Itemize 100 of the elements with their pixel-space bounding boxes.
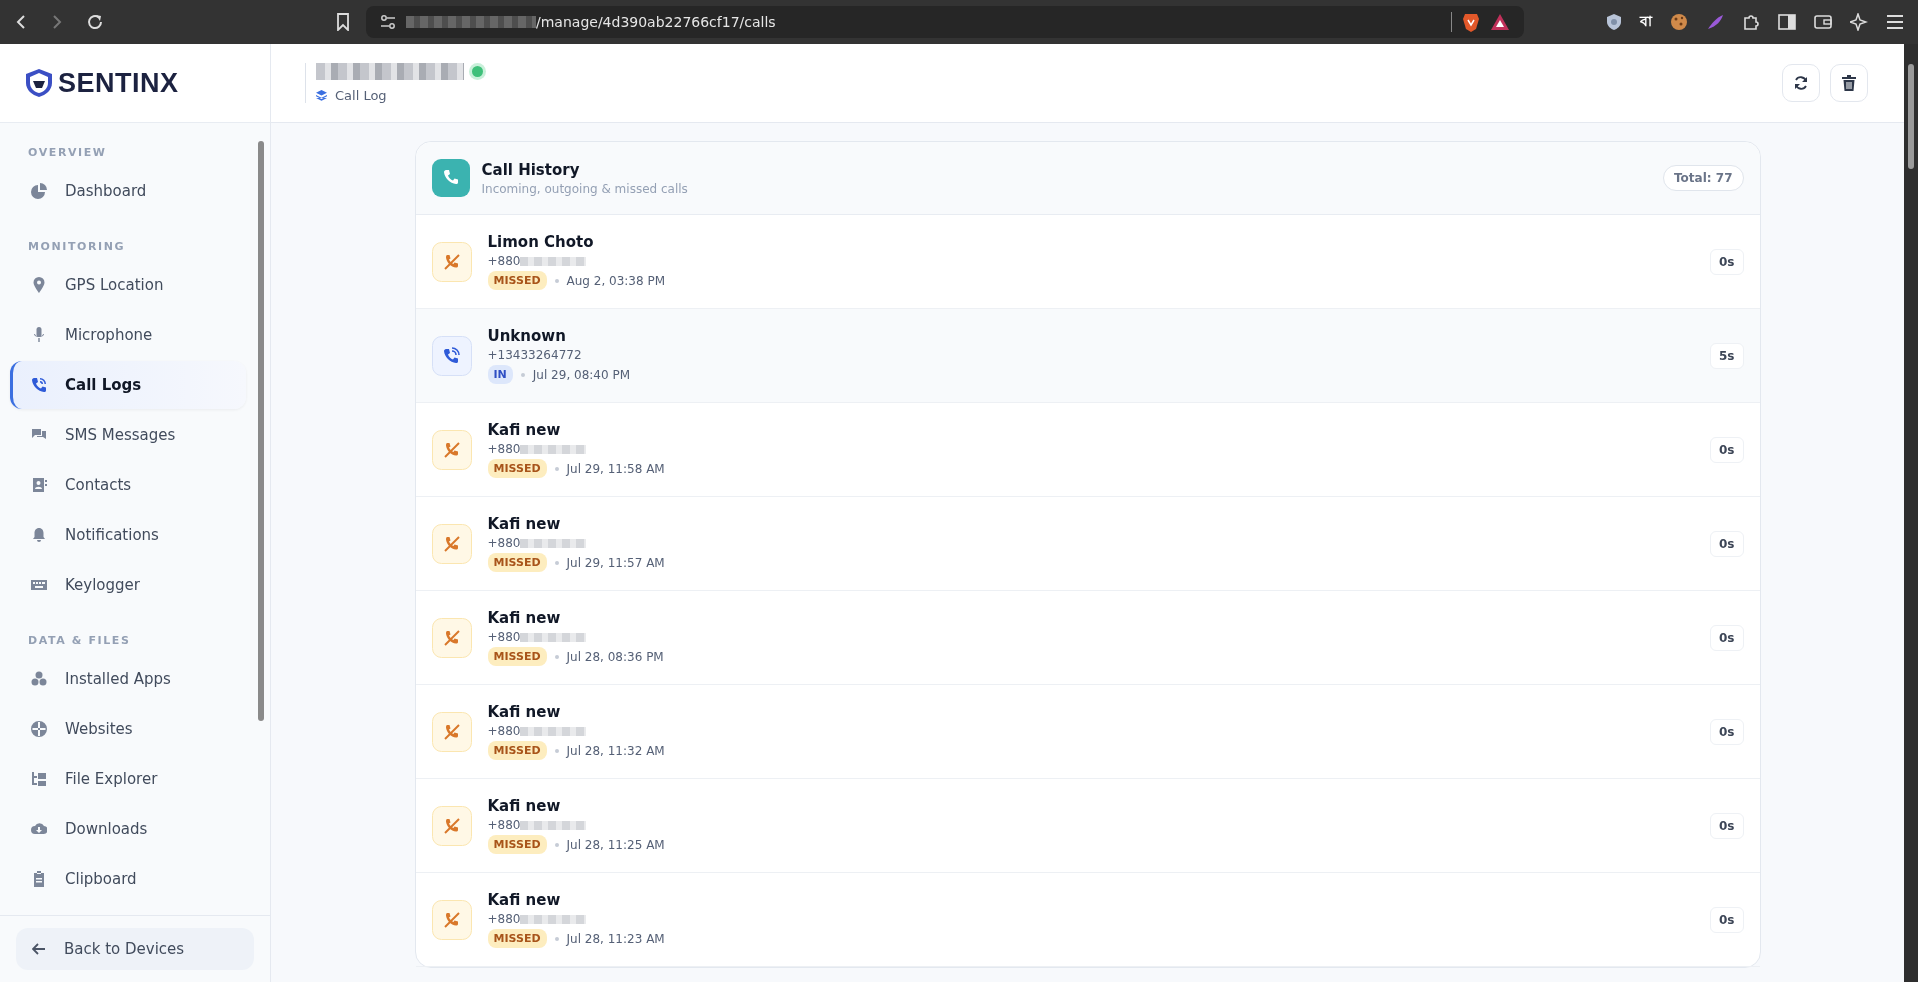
- call-time: Jul 28, 11:32 AM: [566, 743, 665, 758]
- missed-call-icon: [431, 523, 472, 564]
- trash-icon: [1842, 75, 1856, 91]
- menu-icon[interactable]: [1886, 15, 1904, 29]
- sidebar-item[interactable]: Call Logs: [10, 361, 246, 409]
- call-row[interactable]: Kafi new +880 MISSED Jul 28, 11:32 AM 0s: [415, 685, 1760, 779]
- sidebar-icon[interactable]: [1778, 14, 1796, 30]
- sparkle-icon[interactable]: [1850, 13, 1868, 31]
- extension-icon[interactable]: বা: [1640, 10, 1652, 34]
- missed-call-icon: [431, 899, 472, 940]
- contact-name: Limon Choto: [487, 233, 595, 251]
- call-duration: 0s: [1710, 248, 1744, 275]
- phone-number: +880: [487, 724, 521, 738]
- call-type-badge: MISSED: [487, 271, 547, 290]
- breadcrumb: Call Log: [335, 88, 387, 103]
- sidebar-item[interactable]: Keylogger: [10, 561, 246, 609]
- delete-button[interactable]: [1830, 64, 1868, 102]
- brand-name: SENTINX: [58, 67, 179, 99]
- call-time: Jul 29, 11:58 AM: [566, 461, 665, 476]
- sidebar-item[interactable]: Contacts: [10, 461, 246, 509]
- call-row[interactable]: Kafi new +880 MISSED Jul 28, 11:25 AM 0s: [415, 779, 1760, 873]
- sidebar-item[interactable]: Downloads: [10, 805, 246, 853]
- site-settings-icon: [380, 15, 396, 29]
- triangle-icon[interactable]: [1490, 13, 1510, 31]
- section-title: DATA & FILES: [27, 633, 132, 649]
- sidebar-item[interactable]: Clipboard: [10, 855, 246, 903]
- missed-call-icon: [431, 241, 472, 282]
- phone-number: +880: [487, 536, 521, 550]
- layers-icon: [316, 90, 327, 101]
- contact-name: Kafi new: [487, 609, 562, 627]
- call-row[interactable]: Kafi new +880 MISSED Jul 28, 08:36 PM 0s: [415, 591, 1760, 685]
- phone-number: +880: [487, 442, 521, 456]
- keyboard-icon: [31, 577, 47, 593]
- contact-icon: [31, 477, 47, 493]
- missed-call-icon: [431, 805, 472, 846]
- bell-icon: [31, 527, 47, 543]
- call-time: Jul 29, 08:40 PM: [532, 367, 630, 382]
- card-subtitle: Incoming, outgoing & missed calls: [481, 181, 688, 196]
- total-count: Total: 77: [1663, 165, 1744, 191]
- puzzle-icon[interactable]: [1742, 13, 1760, 31]
- phone-icon: [431, 159, 470, 197]
- sidebar-item[interactable]: File Explorer: [10, 755, 246, 803]
- call-row[interactable]: Kafi new +880 MISSED Jul 29, 11:58 AM 0s: [415, 403, 1760, 497]
- sidebar-item[interactable]: Notifications: [10, 511, 246, 559]
- phone-number: +880: [487, 818, 521, 832]
- back-icon[interactable]: [14, 14, 28, 30]
- shield-icon[interactable]: [1606, 13, 1622, 31]
- address-bar[interactable]: /manage/4d390ab22766cf17/calls: [366, 6, 1524, 38]
- phone-icon: [31, 377, 47, 393]
- sidebar-item[interactable]: Microphone: [10, 311, 246, 359]
- sidebar-item[interactable]: Dashboard: [10, 167, 246, 215]
- contact-name: Kafi new: [487, 797, 562, 815]
- contact-name: Kafi new: [487, 421, 562, 439]
- pie-icon: [31, 183, 47, 199]
- call-duration: 0s: [1710, 436, 1744, 463]
- call-row[interactable]: Kafi new +880 MISSED Jul 28, 11:23 AM 0s: [415, 873, 1760, 967]
- contact-name: Kafi new: [487, 891, 562, 909]
- call-time: Jul 28, 11:25 AM: [566, 837, 665, 852]
- tree-icon: [31, 771, 47, 787]
- call-type-badge: MISSED: [487, 741, 547, 760]
- contact-name: Kafi new: [487, 515, 562, 533]
- call-type-badge: MISSED: [487, 553, 547, 572]
- refresh-icon: [1793, 75, 1809, 91]
- call-type-badge: MISSED: [487, 929, 547, 948]
- back-button[interactable]: Back to Devices: [16, 928, 254, 970]
- sidebar-item[interactable]: GPS Location: [10, 261, 246, 309]
- call-duration: 0s: [1710, 624, 1744, 651]
- missed-call-icon: [431, 429, 472, 470]
- call-duration: 0s: [1710, 718, 1744, 745]
- contact-name: Unknown: [487, 327, 567, 345]
- call-row[interactable]: Kafi new +880 MISSED Jul 29, 11:57 AM 0s: [415, 497, 1760, 591]
- wallet-icon[interactable]: [1814, 14, 1832, 30]
- cookie-icon[interactable]: [1670, 13, 1688, 31]
- reload-icon[interactable]: [86, 13, 104, 31]
- refresh-button[interactable]: [1782, 64, 1820, 102]
- mic-icon: [31, 327, 47, 343]
- missed-call-icon: [431, 617, 472, 658]
- incoming-call-icon: [431, 335, 472, 376]
- section-title: MONITORING: [27, 239, 127, 255]
- card-title: Call History: [481, 160, 581, 179]
- call-row[interactable]: Unknown +13433264772 IN Jul 29, 08:40 PM 5s: [415, 309, 1760, 403]
- section-title: OVERVIEW: [27, 145, 108, 161]
- apps-icon: [31, 671, 47, 687]
- sidebar-item[interactable]: Websites: [10, 705, 246, 753]
- phone-number: +880: [487, 630, 521, 644]
- feather-icon[interactable]: [1706, 13, 1724, 31]
- sidebar-item[interactable]: Installed Apps: [10, 655, 246, 703]
- sidebar-item[interactable]: SMS Messages: [10, 411, 246, 459]
- bookmark-icon[interactable]: [336, 13, 350, 31]
- call-type-badge: MISSED: [487, 459, 547, 478]
- page-scrollbar[interactable]: [1904, 44, 1918, 982]
- phone-number: +880: [487, 912, 521, 926]
- call-time: Jul 29, 11:57 AM: [566, 555, 665, 570]
- call-duration: 0s: [1710, 530, 1744, 557]
- phone-number: +880: [487, 254, 521, 268]
- call-duration: 5s: [1710, 342, 1744, 369]
- globe-icon: [31, 721, 47, 737]
- call-type-badge: IN: [487, 365, 513, 384]
- call-time: Jul 28, 08:36 PM: [566, 649, 664, 664]
- forward-icon[interactable]: [50, 14, 64, 30]
